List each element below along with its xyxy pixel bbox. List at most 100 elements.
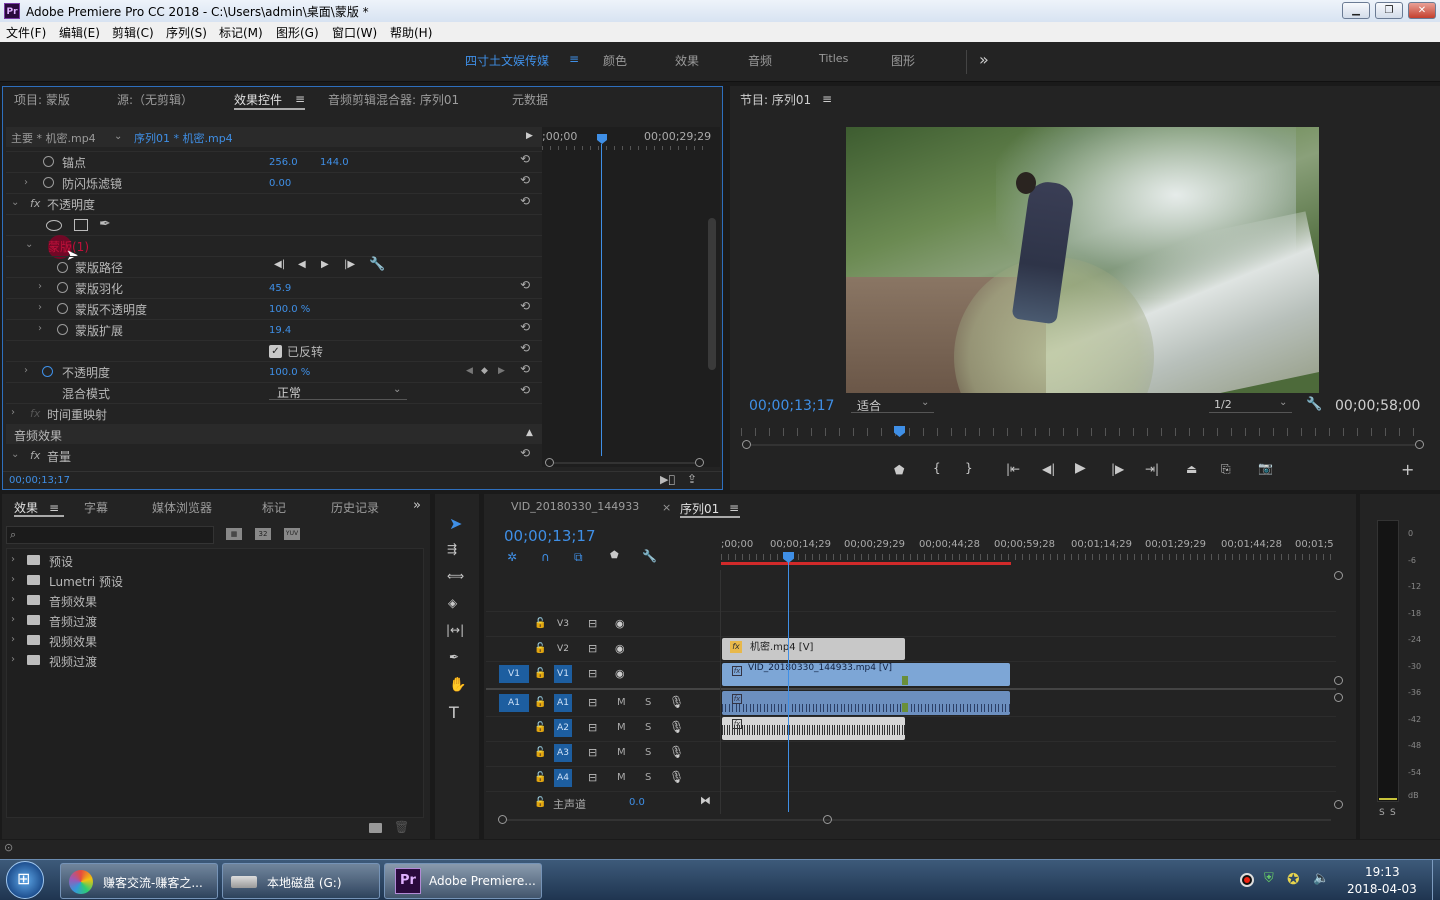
pen-tool-icon[interactable]: ✒ <box>449 650 459 664</box>
master-volume-value[interactable]: 0.0 <box>629 797 645 808</box>
expand-arrow-icon[interactable]: › <box>24 365 28 376</box>
mini-zoom-left[interactable] <box>545 458 554 467</box>
export-frame-icon[interactable]: 📷 <box>1258 461 1273 475</box>
pen-mask-icon[interactable]: ✒ <box>99 216 111 232</box>
inverted-checkbox[interactable]: ✓ <box>269 345 282 358</box>
mask-opacity-value[interactable]: 100.0 % <box>269 304 310 315</box>
taskbar-item-disk[interactable]: 本地磁盘 (G:) <box>222 863 380 899</box>
tab-effect-controls[interactable]: 效果控件 <box>234 91 282 108</box>
microphone-icon[interactable]: 🎙 <box>669 770 684 784</box>
expand-arrow-icon[interactable]: › <box>24 177 28 188</box>
sync-lock-icon[interactable]: ⊟ <box>588 771 597 784</box>
mini-zoom-bar[interactable] <box>554 462 696 464</box>
expand-arrow-icon[interactable]: › <box>11 574 15 585</box>
mini-scrollbar[interactable] <box>708 218 716 370</box>
program-timecode[interactable]: 00;00;13;17 <box>749 398 834 414</box>
caret-up-icon[interactable]: ▲ <box>526 428 533 438</box>
reset-icon[interactable]: ⟲ <box>520 320 530 334</box>
mute-button[interactable]: M <box>617 772 626 783</box>
solo-button[interactable]: S <box>645 772 651 783</box>
ripple-edit-tool-icon[interactable]: ⟺ <box>447 569 464 583</box>
panel-menu-icon[interactable]: ≡ <box>49 501 59 515</box>
sync-lock-icon[interactable]: ⊟ <box>588 746 597 759</box>
track-select-tool-icon[interactable]: ⇶ <box>447 542 457 556</box>
32bit-effects-icon[interactable]: 32 <box>255 528 271 540</box>
tab-source[interactable]: 源:（无剪辑） <box>117 91 193 108</box>
a-zoom-handle[interactable] <box>1334 693 1343 702</box>
stopwatch-icon[interactable] <box>57 324 68 335</box>
hand-tool-icon[interactable]: ✋ <box>449 677 466 693</box>
a-zoom-handle[interactable] <box>1334 800 1343 809</box>
sequence-clip-label[interactable]: 序列01 * 机密.mp4 <box>134 130 233 146</box>
mark-out-icon[interactable]: } <box>965 461 973 475</box>
chevron-down-icon[interactable]: ⌄ <box>114 131 122 142</box>
tab-captions[interactable]: 字幕 <box>84 499 108 516</box>
mask-feather-value[interactable]: 45.9 <box>269 283 291 294</box>
timeline-settings-icon[interactable]: 🔧 <box>642 549 657 563</box>
show-desktop-button[interactable] <box>1432 860 1440 900</box>
snap-magnet-icon[interactable]: ∩ <box>541 550 550 564</box>
collapse-arrow-icon[interactable]: ⌄ <box>25 239 33 250</box>
lock-icon[interactable]: 🔓 <box>534 697 546 708</box>
expand-arrow-icon[interactable]: › <box>38 302 42 313</box>
ellipse-mask-icon[interactable] <box>46 220 62 231</box>
filter-icon[interactable]: ▶⃒ <box>660 473 675 486</box>
timeline-timecode[interactable]: 00;00;13;17 <box>504 527 596 545</box>
lock-icon[interactable]: 🔓 <box>534 668 546 679</box>
track-backward-icon[interactable]: ◀| <box>274 259 285 270</box>
go-to-out-icon[interactable]: ⇥| <box>1145 462 1159 476</box>
reset-icon[interactable]: ⟲ <box>520 278 530 292</box>
reset-icon[interactable]: ⟲ <box>520 446 530 460</box>
taskbar-item-premiere[interactable]: Pr Adobe Premiere... <box>384 863 542 899</box>
blend-mode-select[interactable]: 正常 ⌄ <box>269 384 407 400</box>
prev-keyframe-icon[interactable]: ◀ <box>466 366 473 376</box>
timeline-ruler[interactable] <box>721 554 1333 560</box>
fit-select[interactable]: 适合 ⌄ <box>851 397 934 413</box>
menu-markers[interactable]: 标记(M) <box>219 24 263 41</box>
sync-lock-icon[interactable]: ⊟ <box>588 667 597 680</box>
reset-icon[interactable]: ⟲ <box>520 299 530 313</box>
lock-icon[interactable]: 🔓 <box>534 643 546 654</box>
add-marker-icon[interactable]: ⬟ <box>894 463 904 477</box>
track-back-one-icon[interactable]: ◀ <box>298 259 306 270</box>
stopwatch-icon[interactable] <box>57 303 68 314</box>
v-zoom-handle[interactable] <box>1334 676 1343 685</box>
menu-clip[interactable]: 剪辑(C) <box>112 24 154 41</box>
expand-arrow-icon[interactable]: › <box>11 614 15 625</box>
menu-edit[interactable]: 编辑(E) <box>59 24 100 41</box>
effects-search-input[interactable]: ⌕ <box>6 526 214 544</box>
record-tray-icon[interactable] <box>1240 873 1254 887</box>
stopwatch-icon[interactable] <box>57 262 68 273</box>
mask-expansion-value[interactable]: 19.4 <box>269 325 291 336</box>
close-tab-icon[interactable]: × <box>662 501 671 514</box>
meter-solo-right[interactable]: S <box>1390 808 1396 818</box>
workspace-tab-titles[interactable]: Titles <box>819 52 848 65</box>
sync-lock-icon[interactable]: ⊟ <box>588 642 597 655</box>
restore-button[interactable]: ❐ <box>1375 2 1403 19</box>
expand-arrow-icon[interactable]: › <box>11 407 15 418</box>
linked-selection-icon[interactable]: ⧉ <box>574 550 583 565</box>
settings-wrench-icon[interactable]: 🔧 <box>1306 397 1322 412</box>
expand-arrow-icon[interactable]: › <box>38 281 42 292</box>
microphone-icon[interactable]: 🎙 <box>669 720 684 734</box>
program-ruler[interactable] <box>741 428 1423 436</box>
h-zoom-right[interactable] <box>823 815 832 824</box>
lock-icon[interactable]: 🔓 <box>534 772 546 783</box>
lock-icon[interactable]: 🔓 <box>534 797 546 808</box>
menu-file[interactable]: 文件(F) <box>6 24 46 41</box>
start-button[interactable]: ⊞ <box>6 861 44 899</box>
panel-menu-icon[interactable]: ≡ <box>295 92 305 106</box>
sync-lock-icon[interactable]: ⊟ <box>588 696 597 709</box>
tab-sequence01[interactable]: 序列01 <box>680 500 719 517</box>
reset-icon[interactable]: ⟲ <box>520 362 530 376</box>
mini-zoom-right[interactable] <box>695 458 704 467</box>
workspace-tab-effects[interactable]: 效果 <box>675 52 699 69</box>
delete-icon[interactable]: 🗑 <box>394 820 409 834</box>
expand-arrow-icon[interactable]: › <box>11 654 15 665</box>
expand-arrow-icon[interactable]: › <box>38 323 42 334</box>
go-to-edit-icon[interactable]: ⧓ <box>700 794 711 807</box>
eye-icon[interactable]: ◉ <box>615 617 625 630</box>
yuv-effects-icon[interactable]: YUV <box>284 528 300 540</box>
source-patch-a1[interactable]: A1 <box>499 694 529 712</box>
source-patch-v1[interactable]: V1 <box>499 665 529 683</box>
